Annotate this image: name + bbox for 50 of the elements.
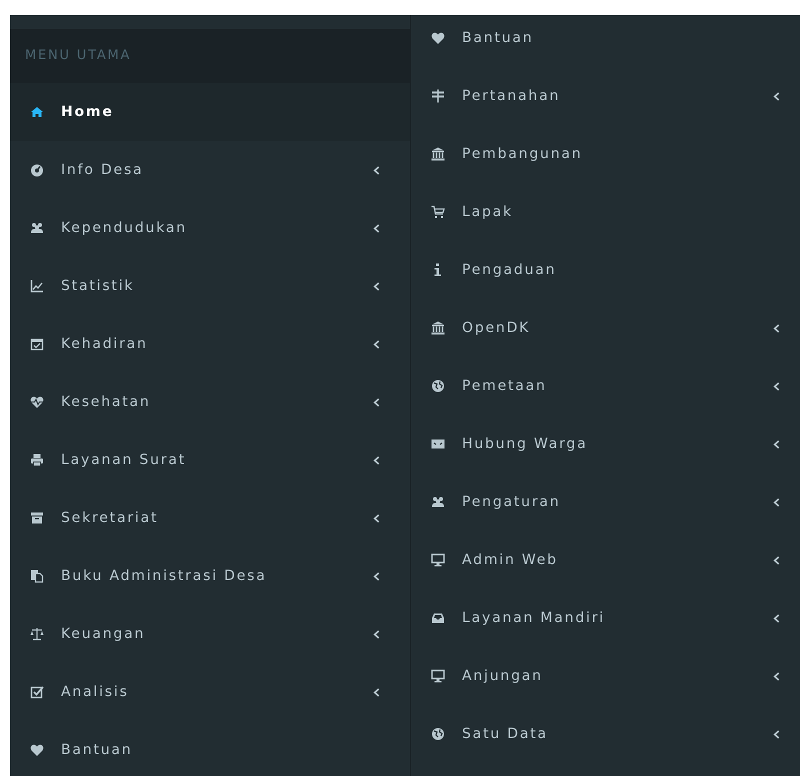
menu-item[interactable]: Admin Web	[411, 531, 800, 589]
menu-item[interactable]: Home	[10, 83, 410, 141]
menu-item[interactable]: Keuangan	[10, 605, 410, 663]
menu-item[interactable]: OpenDK	[411, 299, 800, 357]
menu-item[interactable]: Kependudukan	[10, 199, 410, 257]
home-icon	[30, 105, 44, 119]
menu-item[interactable]: Buku Administrasi Desa	[10, 547, 410, 605]
gauge-icon	[30, 163, 44, 177]
signpost-icon	[431, 89, 445, 103]
menu-item[interactable]: Kesehatan	[10, 373, 410, 431]
archive-icon	[30, 511, 44, 525]
menu-item[interactable]: Pembangunan	[411, 125, 800, 183]
menu-item[interactable]: Sekretariat	[10, 489, 410, 547]
menu-item[interactable]: Pengaduan	[411, 241, 800, 299]
inbox-icon	[431, 611, 445, 625]
menu-header-label: MENU UTAMA	[25, 47, 132, 66]
scale-icon	[30, 627, 44, 641]
menu-item[interactable]: Lapak	[411, 183, 800, 241]
cart-icon	[431, 205, 445, 219]
globe-icon	[431, 379, 445, 393]
menu-item[interactable]: Kehadiran	[10, 315, 410, 373]
heartbeat-icon	[30, 395, 44, 409]
menu-item[interactable]: Layanan Surat	[10, 431, 410, 489]
bank-icon	[431, 321, 445, 335]
users-icon	[431, 495, 445, 509]
menu-item[interactable]: Layanan Mandiri	[411, 589, 800, 647]
menu-item[interactable]: Hubung Warga	[411, 415, 800, 473]
calendar-icon	[30, 337, 44, 351]
bank-icon	[431, 147, 445, 161]
menu-item[interactable]: Info Desa	[10, 141, 410, 199]
line-chart-icon	[30, 279, 44, 293]
menu-item[interactable]: Pertanahan	[411, 67, 800, 125]
menu-item[interactable]: Bantuan	[10, 721, 410, 776]
menu-item[interactable]: Anjungan	[411, 647, 800, 705]
users-icon	[30, 221, 44, 235]
monitor-icon	[431, 669, 445, 683]
menu-item[interactable]: Analisis	[10, 663, 410, 721]
globe-icon	[431, 727, 445, 741]
printer-icon	[30, 453, 44, 467]
documents-icon	[30, 569, 44, 583]
menu-item[interactable]: Satu Data	[411, 705, 800, 763]
monitor-icon	[431, 553, 445, 567]
heart-icon	[431, 31, 445, 45]
checkbox-icon	[30, 685, 44, 699]
envelope-icon	[431, 437, 445, 451]
heart-icon	[30, 743, 44, 757]
menu-item[interactable]: Pengaturan	[411, 473, 800, 531]
menu-item[interactable]: Bantuan	[411, 15, 800, 67]
menu-item[interactable]: Pemetaan	[411, 357, 800, 415]
menu-item[interactable]: Statistik	[10, 257, 410, 315]
